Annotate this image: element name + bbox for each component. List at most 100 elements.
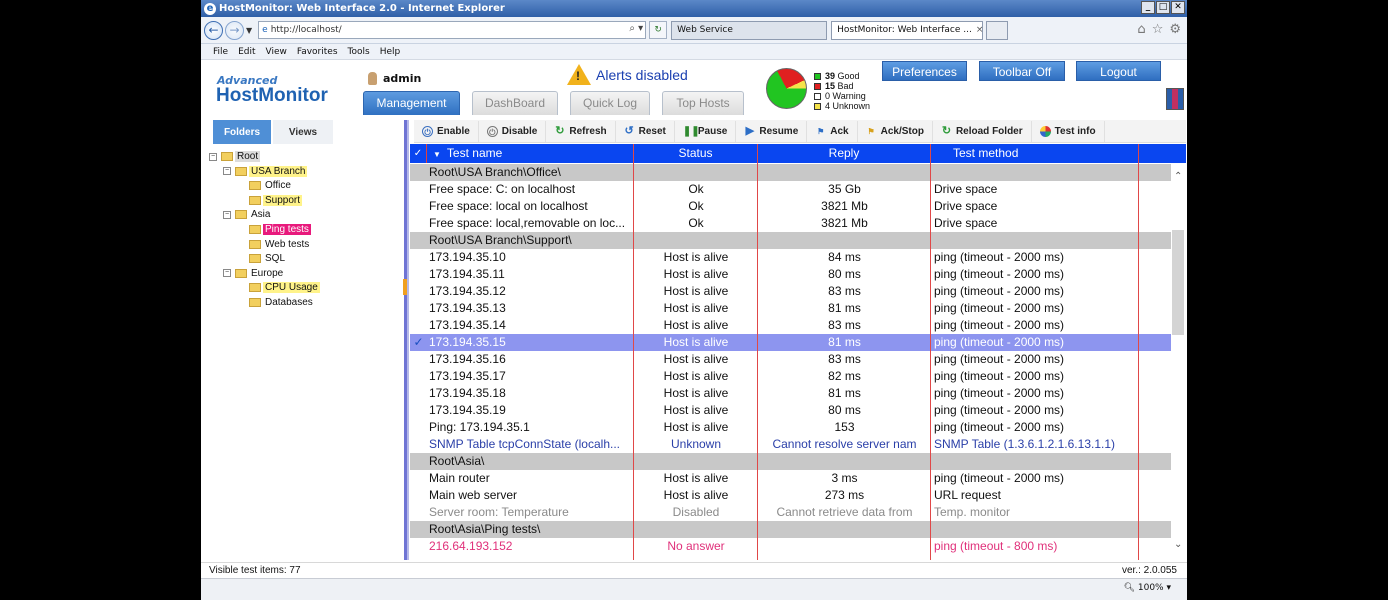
table-row[interactable]: Free space: C: on localhost Ok 35 Gb Drive … [410, 181, 1171, 198]
table-row[interactable]: 173.194.35.16 Host is alive 83 ms ping (tim… [410, 351, 1171, 368]
table-row[interactable]: Ping: 173.194.35.1 Host is alive 153 ping (… [410, 419, 1171, 436]
back-button[interactable]: ← [204, 20, 223, 40]
toolbar-off-button[interactable]: Toolbar Off [979, 61, 1065, 81]
tab-folders[interactable]: Folders [213, 120, 271, 144]
zoom-control[interactable]: 🔍︎ 100% ▾ [1124, 583, 1171, 593]
tab-web-service[interactable]: Web Service [671, 20, 828, 40]
tree-node[interactable]: Support [237, 194, 303, 207]
home-icon[interactable]: ⌂ [1137, 22, 1145, 37]
collapse-icon[interactable]: − [223, 210, 231, 219]
group-row[interactable]: Root\USA Branch\Support\ [410, 232, 1171, 249]
group-row[interactable]: Root\USA Branch\Office\ [410, 164, 1171, 181]
refresh-icon[interactable]: ↻ [649, 21, 668, 39]
tree-node[interactable]: Web tests [237, 238, 311, 251]
group-row[interactable]: Root\Asia\ [410, 453, 1171, 470]
menu-tools[interactable]: Tools [348, 47, 370, 57]
check-column-icon[interactable]: ✓ [410, 144, 427, 163]
app-status-bar: Visible test items: 77 ver.: 2.0.055 [201, 562, 1187, 578]
tree-node[interactable]: Office [237, 179, 293, 192]
table-row[interactable]: 173.194.35.10 Host is alive 84 ms ping (tim… [410, 249, 1171, 266]
scroll-thumb[interactable] [1172, 230, 1184, 335]
logout-button[interactable]: Logout [1076, 61, 1161, 81]
group-name: Root\USA Branch\Office\ [429, 165, 561, 179]
enable-button[interactable]: ⏻ Enable [414, 120, 479, 142]
tab-hostmonitor[interactable]: HostMonitor: Web Interface ... × [831, 20, 984, 40]
menu-help[interactable]: Help [380, 47, 401, 57]
table-row[interactable]: 173.194.35.13 Host is alive 81 ms ping (tim… [410, 300, 1171, 317]
menu-view[interactable]: View [266, 47, 287, 57]
table-row[interactable]: Server room: Temperature Disabled Cannot r… [410, 504, 1171, 521]
forward-button[interactable]: → [225, 20, 244, 40]
close-tab-icon[interactable]: × [976, 25, 984, 35]
table-row[interactable]: 173.194.35.17 Host is alive 82 ms ping (tim… [410, 368, 1171, 385]
menu-file[interactable]: File [213, 47, 228, 57]
table-row[interactable]: Free space: local on localhost Ok 3821 Mb D… [410, 198, 1171, 215]
test-info-button[interactable]: Test info [1032, 120, 1105, 142]
table-row[interactable]: Main web server Host is alive 273 ms URL re… [410, 487, 1171, 504]
scroll-up-icon[interactable]: ⌃ [1174, 171, 1182, 182]
collapse-icon[interactable]: − [223, 167, 231, 176]
table-row[interactable]: 173.194.35.14 Host is alive 83 ms ping (tim… [410, 317, 1171, 334]
scroll-down-icon[interactable]: ⌄ [1174, 539, 1182, 550]
grid-header: ✓ ▼ Test name Status Reply Test method [410, 144, 1186, 163]
pause-button[interactable]: ❚❚ Pause [675, 120, 737, 142]
table-row[interactable]: 216.64.193.152 No answer ping (timeout - 8… [410, 538, 1171, 555]
collapse-icon[interactable]: − [223, 269, 231, 278]
group-row[interactable]: Root\Asia\Ping tests\ [410, 521, 1171, 538]
reset-button[interactable]: ↺ Reset [616, 120, 675, 142]
collapse-icon[interactable]: − [209, 152, 217, 161]
column-test-method[interactable]: Test method [931, 144, 1139, 163]
panel-grip-icon[interactable] [1166, 88, 1184, 110]
tab-quick-log[interactable]: Quick Log [570, 91, 650, 115]
cell-status: Host is alive [663, 284, 729, 298]
row-check-icon [410, 317, 427, 334]
favorites-star-icon[interactable]: ☆ [1152, 22, 1164, 37]
new-tab-button[interactable] [986, 20, 1009, 40]
table-row[interactable]: 173.194.35.12 Host is alive 83 ms ping (tim… [410, 283, 1171, 300]
cell-reply: 83 ms [828, 318, 861, 332]
tab-dashboard[interactable]: DashBoard [472, 91, 558, 115]
tab-views[interactable]: Views [273, 120, 333, 144]
table-row[interactable]: ✓ 173.194.35.15 Host is alive 81 ms ping (ti… [410, 334, 1171, 351]
table-row[interactable]: 173.194.35.19 Host is alive 80 ms ping (tim… [410, 402, 1171, 419]
disable-button[interactable]: ⏻ Disable [479, 120, 547, 142]
tree-node[interactable]: − Root [209, 150, 261, 163]
tree-node[interactable]: − Asia [223, 208, 272, 221]
close-button[interactable]: ✕ [1171, 1, 1185, 14]
ack-button[interactable]: ⚑ Ack [807, 120, 858, 142]
address-bar[interactable]: e http://localhost/ ⌕ ▾ [258, 21, 647, 39]
splitter-handle[interactable] [403, 279, 407, 295]
refresh-button[interactable]: ↻ Refresh [546, 120, 616, 142]
tab-management[interactable]: Management [363, 91, 460, 115]
column-status[interactable]: Status [634, 144, 758, 163]
table-row[interactable]: Main router Host is alive 3 ms ping (timeou… [410, 470, 1171, 487]
tree-node[interactable]: CPU Usage [237, 281, 320, 294]
tree-node[interactable]: Databases [237, 296, 315, 309]
grid-scrollbar[interactable]: ⌃ ⌄ [1171, 163, 1186, 560]
menu-edit[interactable]: Edit [238, 47, 255, 57]
reload-folder-button[interactable]: ↻ Reload Folder [933, 120, 1032, 142]
search-icon[interactable]: ⌕ ▾ [629, 23, 643, 34]
table-row[interactable]: Free space: local,removable on loc... Ok 3… [410, 215, 1171, 232]
table-row[interactable]: 173.194.35.11 Host is alive 80 ms ping (tim… [410, 266, 1171, 283]
minimize-button[interactable]: _ [1141, 1, 1155, 14]
tree-node[interactable]: Ping tests [237, 223, 311, 236]
history-dropdown-icon[interactable]: ▼ [246, 26, 252, 35]
menu-favorites[interactable]: Favorites [297, 47, 338, 57]
tab-top-hosts[interactable]: Top Hosts [662, 91, 744, 115]
settings-gear-icon[interactable]: ⚙ [1169, 22, 1181, 37]
table-row[interactable]: 173.194.35.18 Host is alive 81 ms ping (tim… [410, 385, 1171, 402]
column-test-name[interactable]: ▼ Test name [427, 144, 634, 163]
column-reply[interactable]: Reply [758, 144, 931, 163]
tree-node[interactable]: − USA Branch [223, 165, 308, 178]
tree-node[interactable]: SQL [237, 252, 287, 265]
power-off-icon: ⏻ [486, 125, 498, 137]
tree-node[interactable]: − Europe [223, 267, 285, 280]
preferences-button[interactable]: Preferences [882, 61, 967, 81]
resume-button[interactable]: ▶ Resume [736, 120, 808, 142]
tree-node-label: CPU Usage [263, 282, 320, 294]
ack-stop-button[interactable]: ⚑ Ack/Stop [858, 120, 933, 142]
table-row[interactable]: SNMP Table tcpConnState (localh... Unknow… [410, 436, 1171, 453]
cell-status: Host is alive [663, 335, 729, 349]
maximize-button[interactable]: □ [1156, 1, 1170, 14]
